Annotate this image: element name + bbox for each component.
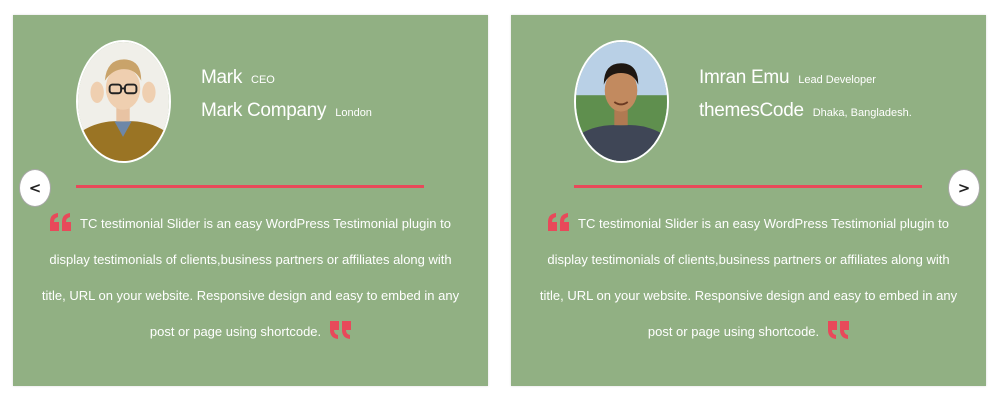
- divider: [574, 185, 922, 188]
- divider: [76, 185, 424, 188]
- author-name: Imran Emu: [699, 67, 790, 88]
- author-role: CEO: [251, 74, 275, 86]
- prev-slide-button[interactable]: <: [19, 169, 51, 207]
- testimonial-text: TC testimonial Slider is an easy WordPre…: [537, 206, 960, 350]
- avatar: [574, 40, 669, 163]
- author-location: London: [335, 107, 372, 119]
- testimonial-card: Imran Emu Lead Developer themesCode Dhak…: [511, 15, 986, 386]
- author-company: Mark Company: [201, 100, 327, 121]
- author-info: Imran Emu Lead Developer themesCode Dhak…: [699, 67, 912, 122]
- chevron-right-icon: >: [957, 179, 971, 197]
- chevron-left-icon: <: [28, 179, 42, 197]
- author-location: Dhaka, Bangladesh.: [812, 107, 912, 119]
- quote-body: TC testimonial Slider is an easy WordPre…: [41, 216, 460, 339]
- testimonial-text: TC testimonial Slider is an easy WordPre…: [39, 206, 462, 350]
- quote-open-icon: [548, 213, 570, 231]
- author-company: themesCode: [699, 100, 804, 121]
- quote-body: TC testimonial Slider is an easy WordPre…: [539, 216, 958, 339]
- next-slide-button[interactable]: >: [948, 169, 980, 207]
- author-name: Mark: [201, 67, 243, 88]
- author-info: Mark CEO Mark Company London: [201, 67, 372, 122]
- testimonial-card: Mark CEO Mark Company London TC testimon…: [13, 15, 488, 386]
- quote-open-icon: [50, 213, 72, 231]
- author-role: Lead Developer: [798, 74, 876, 86]
- quote-close-icon: [329, 321, 352, 339]
- avatar: [76, 40, 171, 163]
- quote-close-icon: [827, 321, 850, 339]
